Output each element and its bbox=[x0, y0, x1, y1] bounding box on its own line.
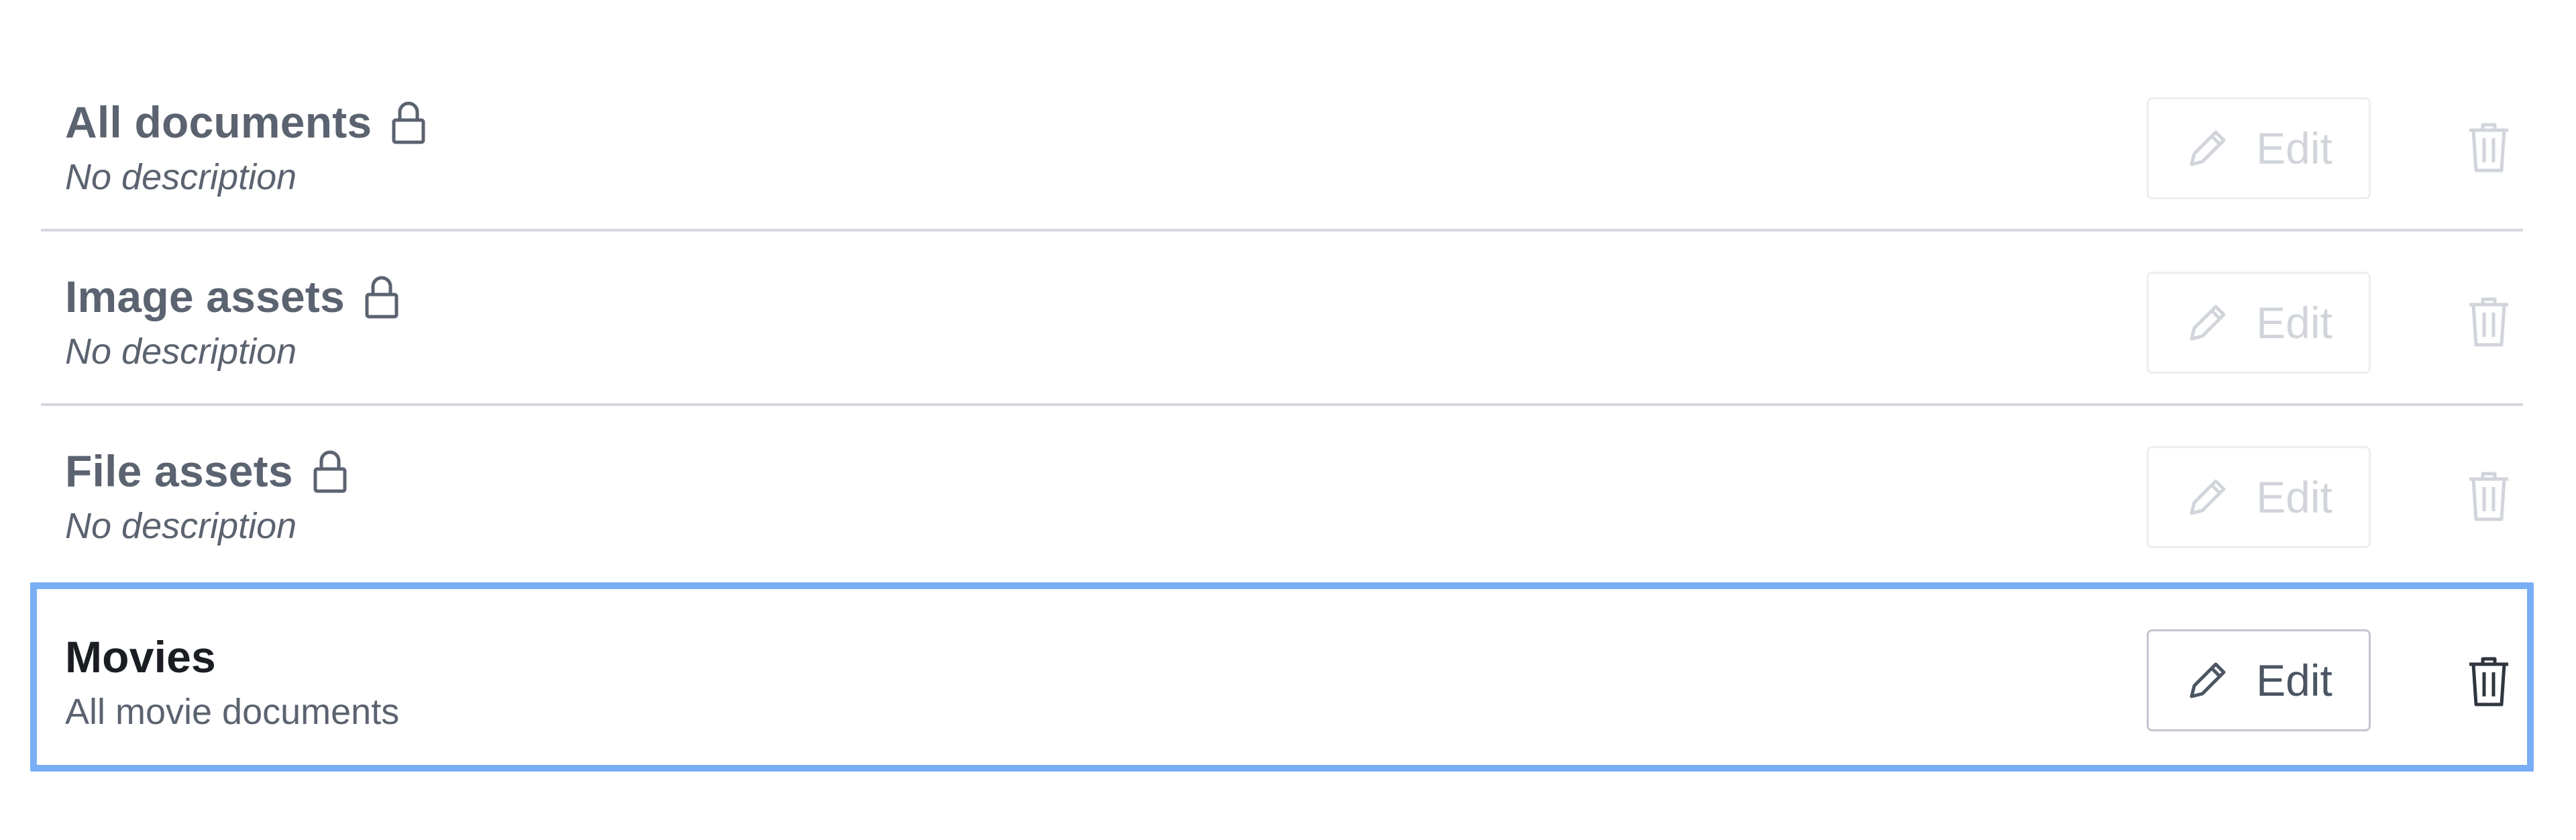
lock-icon bbox=[392, 100, 425, 144]
item-title-line: File assets bbox=[65, 444, 347, 498]
lock-icon bbox=[313, 449, 347, 493]
edit-button-label: Edit bbox=[2256, 655, 2332, 705]
item-title-line: Movies bbox=[65, 630, 216, 684]
pencil-icon bbox=[2185, 474, 2231, 520]
pencil-icon bbox=[2185, 300, 2231, 346]
item-title: File assets bbox=[65, 446, 293, 496]
item-title-line: All documents bbox=[65, 95, 425, 149]
list-item[interactable]: File assets No description Edit bbox=[41, 406, 2523, 580]
edit-button[interactable]: Edit bbox=[2147, 446, 2371, 548]
item-description: All movie documents bbox=[65, 692, 400, 732]
edit-button-label: Edit bbox=[2256, 298, 2332, 348]
pencil-icon bbox=[2185, 658, 2231, 703]
edit-button-label: Edit bbox=[2256, 123, 2332, 173]
trash-icon[interactable] bbox=[2467, 470, 2511, 522]
pencil-icon bbox=[2185, 125, 2231, 171]
item-title: Movies bbox=[65, 632, 216, 682]
item-title-line: Image assets bbox=[65, 270, 398, 323]
item-description: No description bbox=[65, 506, 297, 546]
collection-list: All documents No description Edit Image … bbox=[30, 57, 2534, 772]
edit-button[interactable]: Edit bbox=[2147, 97, 2371, 199]
list-item[interactable]: All documents No description Edit bbox=[41, 57, 2523, 231]
item-title: Image assets bbox=[65, 272, 345, 321]
edit-button[interactable]: Edit bbox=[2147, 629, 2371, 731]
lock-icon bbox=[365, 274, 398, 319]
edit-button-label: Edit bbox=[2256, 472, 2332, 522]
trash-icon[interactable] bbox=[2467, 295, 2511, 348]
item-description: No description bbox=[65, 331, 297, 372]
list-item-selected[interactable]: Movies All movie documents Edit bbox=[30, 582, 2534, 772]
item-title: All documents bbox=[65, 97, 372, 147]
trash-icon[interactable] bbox=[2467, 121, 2511, 173]
item-description: No description bbox=[65, 157, 297, 197]
edit-button[interactable]: Edit bbox=[2147, 272, 2371, 374]
list-item[interactable]: Image assets No description Edit bbox=[41, 231, 2523, 406]
trash-icon[interactable] bbox=[2467, 655, 2511, 707]
